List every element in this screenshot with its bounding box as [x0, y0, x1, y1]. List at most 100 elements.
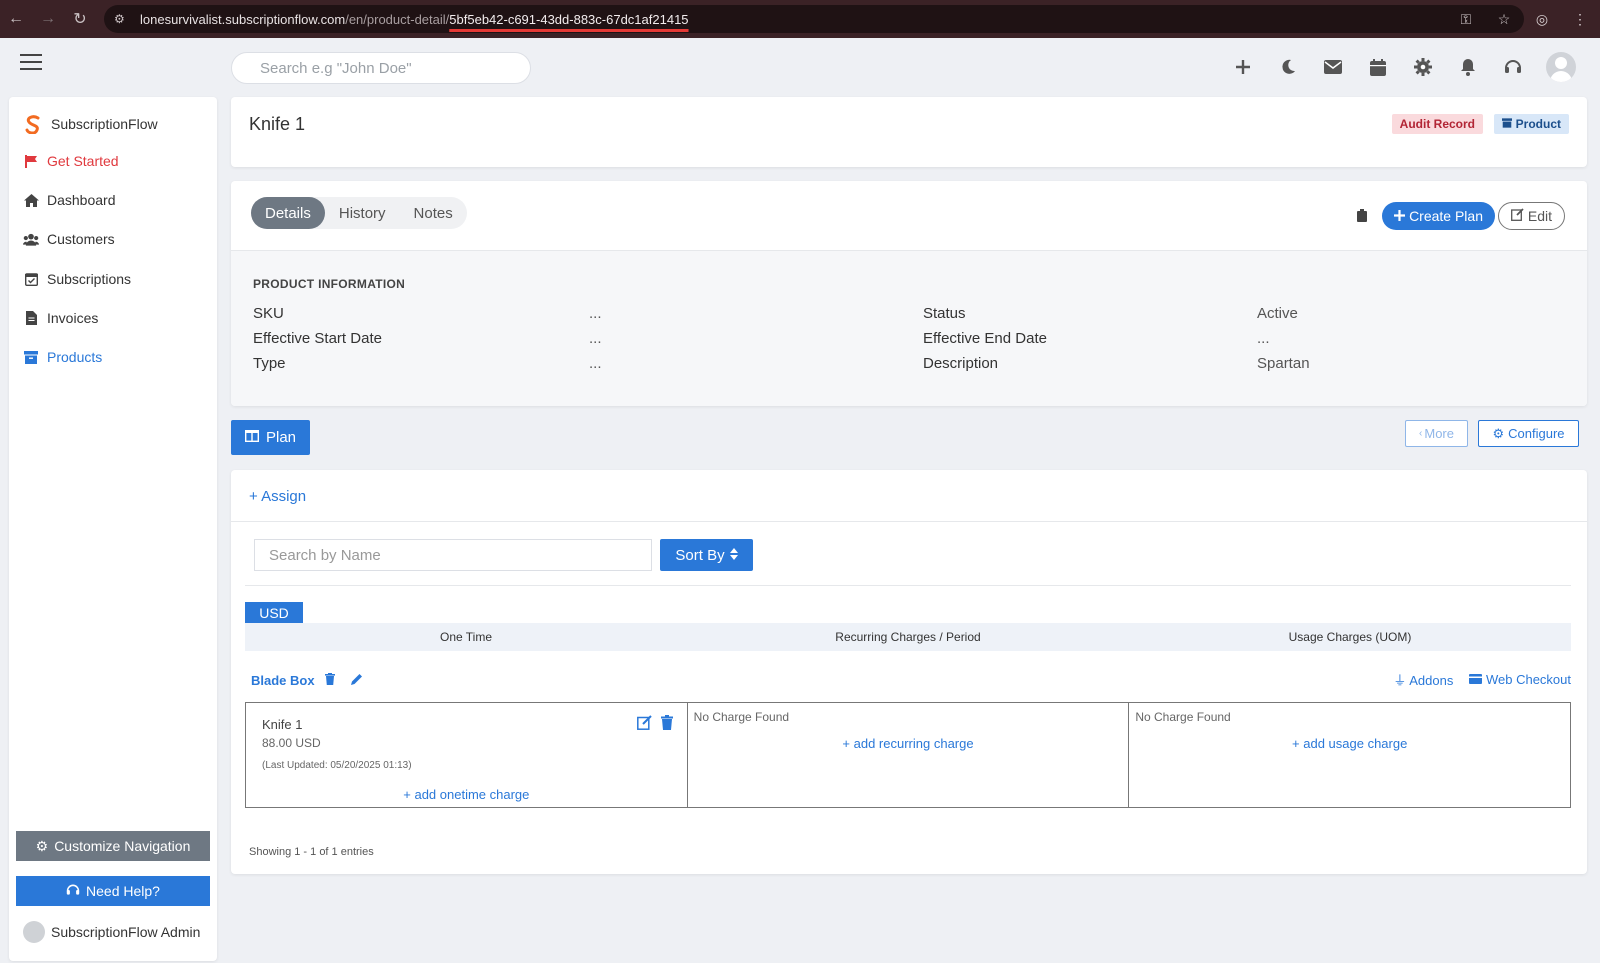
add-onetime-charge-link[interactable]: + add onetime charge [246, 787, 687, 802]
trash-icon[interactable] [324, 672, 335, 688]
search-by-name-input[interactable] [254, 539, 652, 571]
avatar [23, 921, 45, 943]
pagination-info: Showing 1 - 1 of 1 entries [249, 846, 374, 858]
sort-by-label: Sort By [675, 546, 725, 564]
sidebar-item-label: Customers [47, 231, 115, 247]
create-plan-label: Create Plan [1409, 208, 1483, 224]
customize-navigation-button[interactable]: ⚙ Customize Navigation [16, 831, 210, 861]
add-usage-charge-link[interactable]: + add usage charge [1129, 736, 1570, 751]
more-label: More [1424, 426, 1454, 441]
chevron-left-icon: ‹ [1419, 428, 1423, 439]
sidebar-item-get-started[interactable]: Get Started [23, 149, 119, 173]
admin-user[interactable]: SubscriptionFlow Admin [23, 921, 200, 943]
field-label-status: Status [923, 305, 966, 322]
charge-columns-header: One Time Recurring Charges / Period Usag… [245, 623, 1571, 651]
admin-name: SubscriptionFlow Admin [51, 924, 201, 940]
star-icon[interactable]: ☆ [1494, 11, 1514, 28]
back-icon[interactable]: ← [0, 0, 32, 38]
configure-label: Configure [1508, 426, 1565, 441]
details-card: Details History Notes Create Plan Edit P… [231, 181, 1587, 406]
address-bar[interactable]: ⚙ lonesurvivalist.subscriptionflow.com/e… [104, 5, 1524, 33]
sidebar-item-invoices[interactable]: Invoices [23, 306, 98, 330]
user-avatar[interactable] [1546, 52, 1576, 82]
calendar-icon[interactable] [1366, 55, 1390, 79]
moon-icon[interactable] [1276, 55, 1300, 79]
more-button[interactable]: ‹ More [1405, 420, 1468, 447]
more-vert-icon[interactable]: ⋮ [1570, 11, 1590, 28]
gear-icon[interactable] [1411, 55, 1435, 79]
configure-button[interactable]: ⚙ Configure [1478, 420, 1579, 447]
mail-icon[interactable] [1321, 55, 1345, 79]
create-plan-button[interactable]: Create Plan [1382, 202, 1495, 230]
reload-icon[interactable]: ↻ [64, 0, 96, 38]
audit-record-badge[interactable]: Audit Record [1391, 114, 1483, 134]
credit-card-icon [1469, 672, 1483, 687]
tab-details[interactable]: Details [251, 197, 325, 229]
field-label-effective-end-date: Effective End Date [923, 330, 1047, 347]
sort-by-button[interactable]: Sort By [660, 539, 753, 571]
product-badge[interactable]: Product [1493, 114, 1569, 134]
home-icon [23, 193, 39, 207]
bell-icon[interactable] [1456, 55, 1480, 79]
need-help-button[interactable]: Need Help? [16, 876, 210, 906]
key-icon[interactable]: ⚿ [1456, 11, 1476, 28]
product-badge-label: Product [1515, 117, 1561, 131]
columns-icon [244, 429, 259, 446]
sidebar-item-products[interactable]: Products [23, 345, 102, 369]
plan-tab-button[interactable]: Plan [231, 420, 310, 455]
headset-icon [66, 883, 80, 900]
tab-history[interactable]: History [325, 197, 400, 229]
add-recurring-charge-link[interactable]: + add recurring charge [688, 736, 1129, 751]
forward-icon[interactable]: → [32, 0, 64, 38]
sidebar-item-label: Subscriptions [47, 271, 132, 287]
need-help-label: Need Help? [86, 883, 160, 899]
subscriptionflow-logo-icon [25, 115, 40, 134]
plus-icon[interactable] [1231, 55, 1255, 79]
users-icon [23, 233, 39, 246]
pencil-icon[interactable] [350, 673, 363, 688]
field-label-type: Type [253, 355, 286, 372]
plan-row-header: Blade Box [251, 670, 363, 690]
sidebar-item-customers[interactable]: Customers [23, 227, 115, 251]
web-checkout-label: Web Checkout [1485, 672, 1571, 687]
browser-actions: ⚿ ☆ ◎ ⋮ [1456, 0, 1590, 38]
sidebar-item-label: Invoices [47, 310, 99, 326]
global-search-input[interactable] [231, 52, 531, 84]
onetime-charge-cell: Knife 1 88.00 USD (Last Updated: 05/20/2… [246, 703, 688, 807]
edit-button[interactable]: Edit [1497, 202, 1565, 230]
sidebar-item-label: Get Started [47, 153, 119, 169]
usage-charge-cell: No Charge Found + add usage charge [1129, 703, 1570, 807]
site-info-icon[interactable]: ⚙ [114, 12, 134, 26]
page-title: Knife 1 [249, 114, 306, 134]
calendar-check-icon [23, 272, 39, 286]
edit-icon[interactable] [636, 715, 653, 734]
headset-icon[interactable] [1501, 55, 1525, 79]
sidebar-item-subscriptions[interactable]: Subscriptions [23, 267, 131, 291]
plan-name-link[interactable]: Blade Box [251, 673, 315, 688]
url-path: /en/product-detail/ [345, 11, 450, 27]
field-label-description: Description [923, 355, 999, 372]
edit-icon [1510, 208, 1524, 224]
sidebar-item-label: Dashboard [47, 192, 116, 208]
clipboard-icon[interactable] [1357, 209, 1367, 225]
trash-icon[interactable] [660, 715, 673, 734]
addons-link[interactable]: ⏚ Addons [1393, 670, 1453, 689]
field-label-sku: SKU [253, 305, 284, 322]
addons-label: Addons [1409, 673, 1454, 688]
brand[interactable]: SubscriptionFlow [23, 111, 158, 137]
detail-tabs: Details History Notes [251, 197, 467, 229]
menu-toggle-icon[interactable] [20, 54, 42, 70]
sidebar-item-dashboard[interactable]: Dashboard [23, 188, 116, 212]
web-checkout-link[interactable]: Web Checkout [1469, 672, 1571, 687]
field-value-effective-start-date: ... [589, 330, 602, 347]
url-id: 5bf5eb42-c691-43dd-883c-67dc1af21415 [449, 11, 689, 27]
assign-link[interactable]: + Assign [249, 488, 306, 505]
no-charge-text: No Charge Found [1135, 710, 1231, 724]
charge-actions [636, 715, 673, 734]
tab-notes[interactable]: Notes [400, 197, 467, 229]
product-information: PRODUCT INFORMATION SKU ... Status Activ… [231, 251, 1587, 406]
profile-icon[interactable]: ◎ [1532, 11, 1552, 28]
field-value-sku: ... [589, 305, 602, 322]
field-value-effective-end-date: ... [1257, 330, 1270, 347]
currency-tab[interactable]: USD [245, 602, 303, 623]
